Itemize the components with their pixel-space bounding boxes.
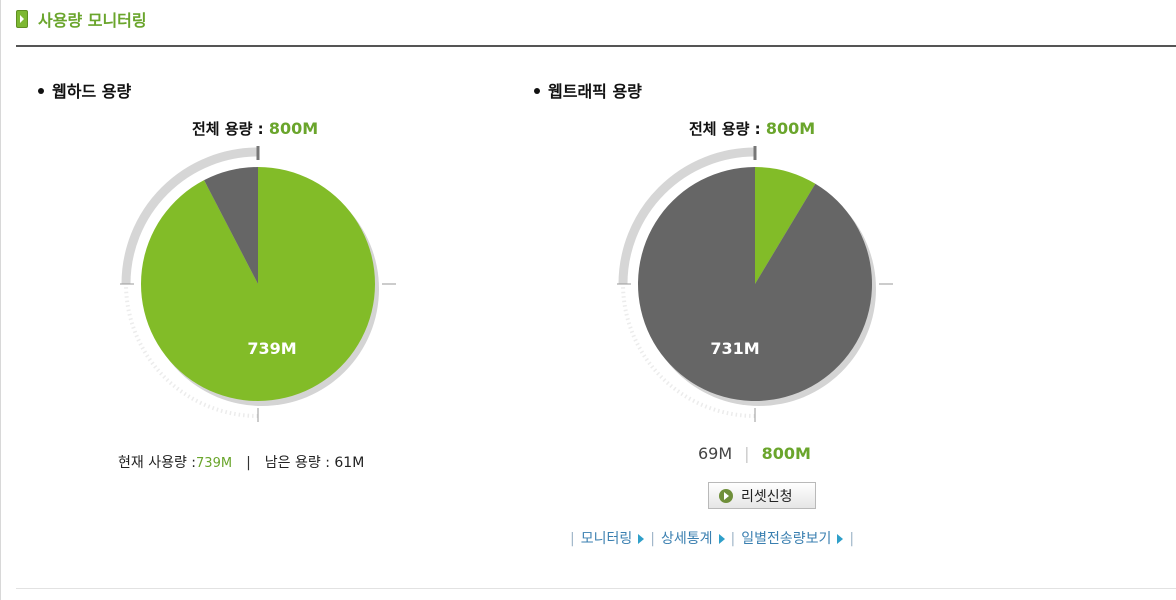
webhard-title-text: 웹하드 용량 [52, 82, 132, 101]
bullet-icon [38, 87, 44, 94]
bottom-divider [16, 588, 1176, 589]
remaining-label: 남은 용량 : [264, 455, 330, 471]
bottom-links: | 모니터링 | 상세통계 | 일별전송량보기 | [564, 528, 860, 548]
link-separator: | [730, 531, 736, 547]
webhard-pie-chart: 739M [120, 146, 396, 422]
webtraffic-title-text: 웹트래픽 용량 [548, 82, 642, 101]
webhard-chart-slices [141, 167, 375, 401]
traffic-used-value: 69M [698, 444, 733, 463]
page-title: 사용량 모니터링 [38, 11, 147, 30]
remaining-value: 61M [334, 455, 365, 471]
usage-separator: | [246, 455, 251, 471]
header-divider [16, 45, 1176, 47]
page-header: 사용량 모니터링 [0, 0, 1176, 47]
link-monitoring[interactable]: 모니터링 [581, 531, 645, 547]
link-daily-transfer[interactable]: 일별전송량보기 [741, 531, 844, 547]
link-daily-transfer-label: 일별전송량보기 [741, 531, 832, 547]
header-bookmark-icon [16, 10, 28, 28]
arrow-right-icon [718, 534, 725, 544]
arrow-circle-icon [719, 488, 733, 503]
webtraffic-pie-chart: 731M [617, 146, 893, 422]
bullet-icon [534, 87, 540, 94]
webtraffic-center-label: 731M [710, 339, 759, 358]
current-usage-label: 현재 사용량 : [118, 455, 197, 471]
arrow-right-icon [638, 534, 645, 544]
reset-button-label: 리셋신청 [741, 488, 793, 505]
link-detail-stats-label: 상세통계 [660, 531, 713, 547]
link-separator: | [650, 531, 655, 547]
webhard-section-title: 웹하드 용량 [38, 78, 131, 102]
left-border [0, 0, 1, 600]
traffic-separator: | [744, 444, 750, 463]
reset-request-button[interactable]: 리셋신청 [708, 482, 816, 509]
webtraffic-chart-slices [638, 166, 872, 401]
link-monitoring-label: 모니터링 [580, 531, 633, 547]
arrow-right-icon [837, 534, 844, 544]
webtraffic-section-title: 웹트래픽 용량 [534, 78, 642, 102]
webhard-center-label: 739M [247, 339, 296, 358]
pie-slice-remaining [638, 166, 872, 401]
webhard-usage-line: 현재 사용량 :739M | 남은 용량 : 61M [118, 452, 364, 472]
webtraffic-values: 69M | 800M [698, 444, 811, 463]
link-detail-stats[interactable]: 상세통계 [661, 531, 725, 547]
link-separator: | [570, 531, 575, 547]
traffic-total-value: 800M [761, 444, 811, 463]
current-usage-value: 739M [196, 456, 233, 471]
link-separator: | [849, 531, 855, 547]
